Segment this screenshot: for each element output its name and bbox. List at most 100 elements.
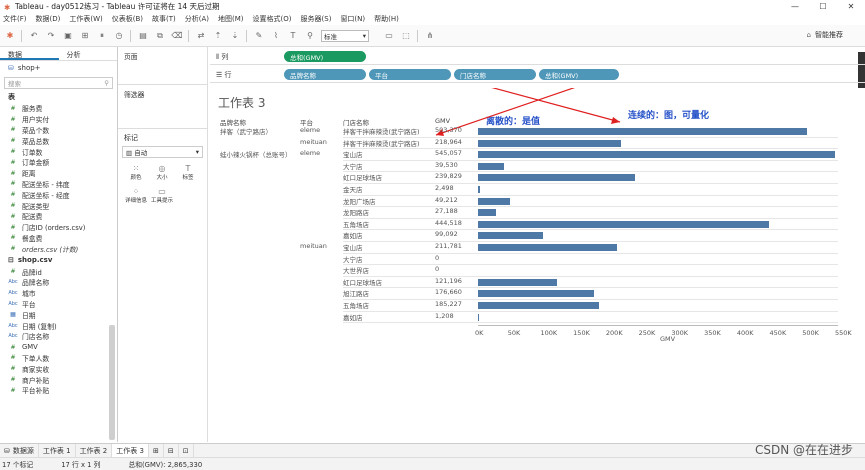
field-item[interactable]: # 餐盒费: [0, 233, 117, 244]
rows-pill-store[interactable]: 门店名称: [454, 69, 536, 80]
field-item[interactable]: Abc 品牌名称: [0, 277, 117, 288]
clear-sheet-icon[interactable]: ⌫: [171, 30, 183, 42]
menu-window[interactable]: 窗口(N): [340, 14, 365, 24]
bar-mark[interactable]: [478, 290, 594, 298]
bar-mark[interactable]: [478, 232, 543, 240]
tab-analysis[interactable]: 分析: [59, 47, 118, 60]
run-update-icon[interactable]: ◷: [113, 30, 125, 42]
new-sheet-icon[interactable]: ⊞: [149, 443, 164, 458]
field-item[interactable]: # 配送坐标 - 经度: [0, 189, 117, 200]
pin-icon[interactable]: ⚲: [304, 30, 316, 42]
color-button[interactable]: ⁙ 颜色: [124, 162, 148, 182]
field-item[interactable]: # 平台补贴: [0, 385, 117, 396]
bar-mark[interactable]: [478, 209, 496, 217]
rows-pill-platform[interactable]: 平台: [369, 69, 451, 80]
menu-file[interactable]: 文件(F): [3, 14, 27, 24]
close-button[interactable]: ✕: [837, 0, 865, 13]
menu-story[interactable]: 故事(T): [152, 14, 176, 24]
menu-data[interactable]: 数据(D): [36, 14, 61, 24]
share-icon[interactable]: ⋔: [424, 30, 436, 42]
menu-map[interactable]: 地图(M): [218, 14, 244, 24]
bar-mark[interactable]: [478, 197, 511, 205]
field-item[interactable]: # 订单数: [0, 146, 117, 157]
columns-shelf[interactable]: ⦀ 列 总和(GMV): [210, 49, 865, 65]
filters-card[interactable]: 筛选器: [118, 85, 207, 129]
show-me-button[interactable]: ⌂ 智能推荐: [807, 30, 843, 40]
bar-mark[interactable]: [478, 278, 558, 286]
menu-dashboard[interactable]: 仪表板(B): [112, 14, 143, 24]
pause-updates-icon[interactable]: ⏸: [96, 30, 108, 42]
columns-pill-gmv[interactable]: 总和(GMV): [284, 51, 366, 62]
field-item[interactable]: # 菜品个数: [0, 125, 117, 136]
save-icon[interactable]: ▣: [62, 30, 74, 42]
show-cards-icon[interactable]: ▭: [383, 30, 395, 42]
field-item[interactable]: Abc 城市: [0, 288, 117, 299]
field-item[interactable]: Abc 日期 (复制): [0, 320, 117, 331]
field-item[interactable]: # 下单人数: [0, 353, 117, 364]
field-item[interactable]: # GMV: [0, 342, 117, 353]
new-dashboard-icon[interactable]: ⊟: [164, 443, 179, 458]
rows-pill-brand[interactable]: 品牌名称: [284, 69, 366, 80]
field-item[interactable]: ▦ 日期: [0, 309, 117, 320]
field-item[interactable]: # 配送类型: [0, 200, 117, 211]
tooltip-button[interactable]: ▭ 工具提示: [150, 185, 174, 205]
menu-worksheet[interactable]: 工作表(W): [69, 14, 102, 24]
bar-mark[interactable]: [478, 139, 622, 147]
menu-format[interactable]: 设置格式(O): [253, 14, 292, 24]
field-item[interactable]: Abc 门店名称: [0, 331, 117, 342]
swap-icon[interactable]: ⇄: [195, 30, 207, 42]
field-item[interactable]: # 配送坐标 - 纬度: [0, 179, 117, 190]
datasource-item[interactable]: ⛁ shop+: [0, 61, 117, 75]
sort-asc-icon[interactable]: ⇡: [212, 30, 224, 42]
new-worksheet-icon[interactable]: ▤: [137, 30, 149, 42]
field-item[interactable]: # 用户实付: [0, 114, 117, 125]
tab-datasource[interactable]: ⛁ 数据源: [0, 443, 39, 458]
pages-card[interactable]: 页面: [118, 47, 207, 85]
field-item[interactable]: # 品牌id: [0, 266, 117, 277]
group-icon[interactable]: ⌇: [270, 30, 282, 42]
bar-mark[interactable]: [478, 220, 769, 228]
field-item[interactable]: # 服务费: [0, 103, 117, 114]
tab-sheet-3[interactable]: 工作表 3: [112, 443, 149, 458]
menu-help[interactable]: 帮助(H): [374, 14, 399, 24]
menu-analysis[interactable]: 分析(A): [185, 14, 209, 24]
field-item[interactable]: # 商户补贴: [0, 374, 117, 385]
field-item[interactable]: # orders.csv (计数): [0, 243, 117, 254]
bar-mark[interactable]: [478, 151, 835, 159]
bar-mark[interactable]: [478, 128, 808, 135]
bar-mark[interactable]: [478, 186, 480, 193]
size-button[interactable]: ◎ 大小: [150, 162, 174, 182]
bar-mark[interactable]: [478, 162, 504, 170]
duplicate-sheet-icon[interactable]: ⧉: [154, 30, 166, 42]
menu-server[interactable]: 服务器(S): [301, 14, 332, 24]
rows-shelf[interactable]: ☰ 行 品牌名称 平台 门店名称 总和(GMV): [210, 67, 865, 83]
tableau-home-icon[interactable]: ✱: [4, 30, 16, 42]
pane-scrollbar[interactable]: [109, 325, 115, 440]
highlight-icon[interactable]: ✎: [253, 30, 265, 42]
field-item[interactable]: # 订单金额: [0, 157, 117, 168]
maximize-button[interactable]: ☐: [809, 0, 837, 13]
field-item[interactable]: # 菜品总数: [0, 135, 117, 146]
detail-button[interactable]: ⁘ 详细信息: [124, 185, 148, 205]
bar-mark[interactable]: [478, 302, 600, 309]
new-datasource-icon[interactable]: ⊞: [79, 30, 91, 42]
field-item[interactable]: # 距离: [0, 168, 117, 179]
fit-select[interactable]: 标准 ▾: [321, 29, 369, 42]
tab-sheet-2[interactable]: 工作表 2: [76, 443, 113, 458]
field-item[interactable]: # 配送费: [0, 211, 117, 222]
rows-pill-gmv[interactable]: 总和(GMV): [539, 69, 619, 80]
new-story-icon[interactable]: ⊡: [179, 443, 194, 458]
section-shop[interactable]: ⊟ shop.csv: [0, 254, 117, 266]
presentation-icon[interactable]: ⬚: [400, 30, 412, 42]
mark-type-select[interactable]: ▥ 自动 ▾: [122, 146, 203, 158]
tab-data[interactable]: 数据: [0, 47, 59, 60]
field-item[interactable]: # 门店ID (orders.csv): [0, 222, 117, 233]
bar-mark[interactable]: [478, 174, 635, 182]
bar-mark[interactable]: [478, 244, 617, 251]
tab-sheet-1[interactable]: 工作表 1: [39, 443, 76, 458]
bar-mark[interactable]: [478, 313, 479, 321]
field-item[interactable]: Abc 平台: [0, 299, 117, 310]
sort-desc-icon[interactable]: ⇣: [229, 30, 241, 42]
label-button[interactable]: T 标签: [176, 162, 200, 182]
field-item[interactable]: # 商家实收: [0, 363, 117, 374]
